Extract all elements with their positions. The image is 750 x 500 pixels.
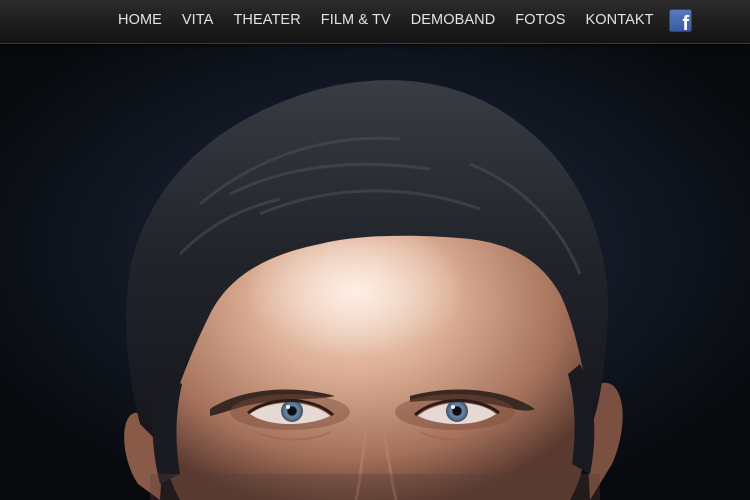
facebook-icon[interactable]: f: [669, 9, 692, 32]
top-navigation-bar: HOME VITA THEATER FILM & TV DEMOBAND FOT…: [0, 0, 750, 44]
facebook-glyph: f: [682, 13, 689, 32]
nav-item-demoband[interactable]: DEMOBAND: [401, 12, 506, 28]
portrait-photo: [0, 44, 750, 500]
nav-item-kontakt[interactable]: KONTAKT: [575, 12, 663, 28]
nav-item-fotos[interactable]: FOTOS: [505, 12, 575, 28]
hero-portrait: [0, 44, 750, 500]
nav-item-theater[interactable]: THEATER: [223, 12, 310, 28]
lower-face-shade: [150, 474, 600, 500]
main-menu: HOME VITA THEATER FILM & TV DEMOBAND FOT…: [108, 0, 664, 40]
nav-item-home[interactable]: HOME: [108, 12, 172, 28]
nav-item-film-tv[interactable]: FILM & TV: [311, 12, 401, 28]
nav-item-vita[interactable]: VITA: [172, 12, 224, 28]
